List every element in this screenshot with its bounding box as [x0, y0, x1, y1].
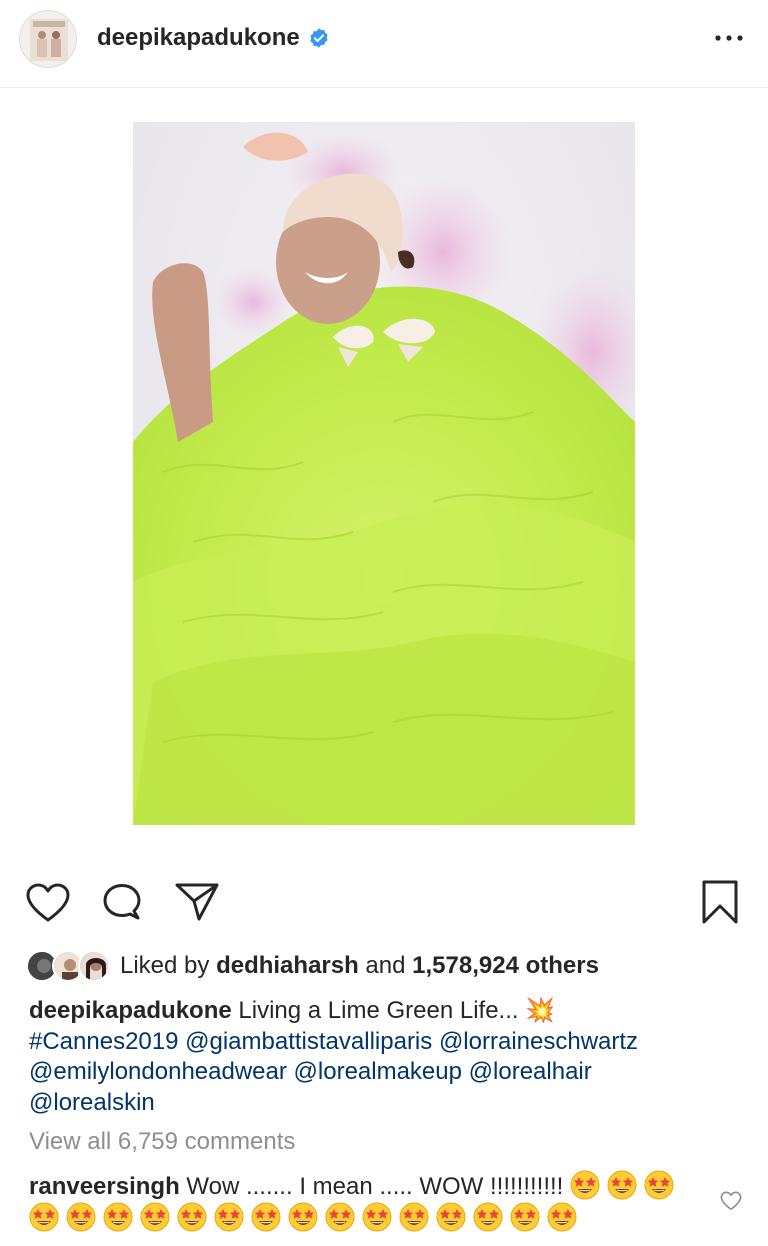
- mention-link[interactable]: @emilylondonheadwear: [29, 1058, 287, 1085]
- star-struck-emoji-icon: [644, 1170, 674, 1200]
- share-icon[interactable]: [174, 881, 220, 923]
- liker-username[interactable]: dedhiaharsh: [216, 952, 359, 979]
- star-struck-emoji-icon: [547, 1202, 577, 1232]
- mention-link[interactable]: @giambattistavalliparis: [185, 1028, 432, 1055]
- likes-prefix: Liked by: [120, 952, 217, 979]
- post-actions: [0, 877, 768, 927]
- comment-text: Wow ....... I mean ..... WOW !!!!!!!!!!!: [179, 1173, 571, 1200]
- more-options-icon[interactable]: [712, 26, 746, 50]
- star-struck-emoji-icon: [214, 1202, 244, 1232]
- mention-link[interactable]: @lorealhair: [469, 1058, 592, 1085]
- post-header: deepikapadukone: [0, 0, 768, 88]
- star-struck-emoji-icon: [288, 1202, 318, 1232]
- comment-like-heart-icon[interactable]: [720, 1190, 742, 1212]
- star-struck-emoji-icon: [251, 1202, 281, 1232]
- star-struck-emoji-icon: [325, 1202, 355, 1232]
- avatar[interactable]: [19, 10, 77, 68]
- likes-summary[interactable]: Liked by dedhiaharsh and 1,578,924 other…: [26, 946, 599, 986]
- bookmark-icon[interactable]: [700, 879, 740, 925]
- star-struck-emoji-icon: [570, 1170, 600, 1200]
- mention-link[interactable]: @lorealskin: [29, 1089, 155, 1116]
- star-struck-emoji-icon: [66, 1202, 96, 1232]
- caption-text: Living a Lime Green Life...: [231, 997, 526, 1024]
- comment-item: ranveersingh Wow ....... I mean ..... WO…: [29, 1170, 699, 1234]
- likes-count[interactable]: 1,578,924 others: [412, 952, 599, 979]
- mention-link[interactable]: @lorraineschwartz: [439, 1028, 638, 1055]
- post-username[interactable]: deepikapadukone: [97, 24, 330, 52]
- star-struck-emoji-icon: [29, 1202, 59, 1232]
- star-struck-emoji-icon: [140, 1202, 170, 1232]
- star-struck-emoji-icon: [473, 1202, 503, 1232]
- post-caption: deepikapadukone Living a Lime Green Life…: [29, 996, 749, 1118]
- caption-emoji: 💥: [525, 997, 556, 1024]
- star-struck-emoji-icon: [510, 1202, 540, 1232]
- username-text: deepikapadukone: [97, 24, 300, 51]
- view-all-comments-link[interactable]: View all 6,759 comments: [29, 1128, 295, 1156]
- verified-icon: [310, 28, 328, 48]
- liker-avatars: [26, 948, 112, 984]
- star-struck-emoji-icon: [436, 1202, 466, 1232]
- star-struck-emoji-icon: [177, 1202, 207, 1232]
- post-image[interactable]: [133, 122, 635, 825]
- mention-link[interactable]: @lorealmakeup: [294, 1058, 462, 1085]
- caption-username[interactable]: deepikapadukone: [29, 997, 232, 1024]
- star-struck-emoji-icon: [103, 1202, 133, 1232]
- comment-icon[interactable]: [100, 883, 144, 923]
- likes-middle: and: [358, 952, 413, 979]
- heart-icon[interactable]: [26, 883, 70, 923]
- star-struck-emoji-icon: [362, 1202, 392, 1232]
- comment-username[interactable]: ranveersingh: [29, 1173, 180, 1200]
- likes-text: Liked by dedhiaharsh and 1,578,924 other…: [120, 952, 599, 980]
- star-struck-emoji-icon: [607, 1170, 637, 1200]
- star-struck-emoji-icon: [399, 1202, 429, 1232]
- hashtag-link[interactable]: #Cannes2019: [29, 1028, 178, 1055]
- avatar: [78, 950, 110, 982]
